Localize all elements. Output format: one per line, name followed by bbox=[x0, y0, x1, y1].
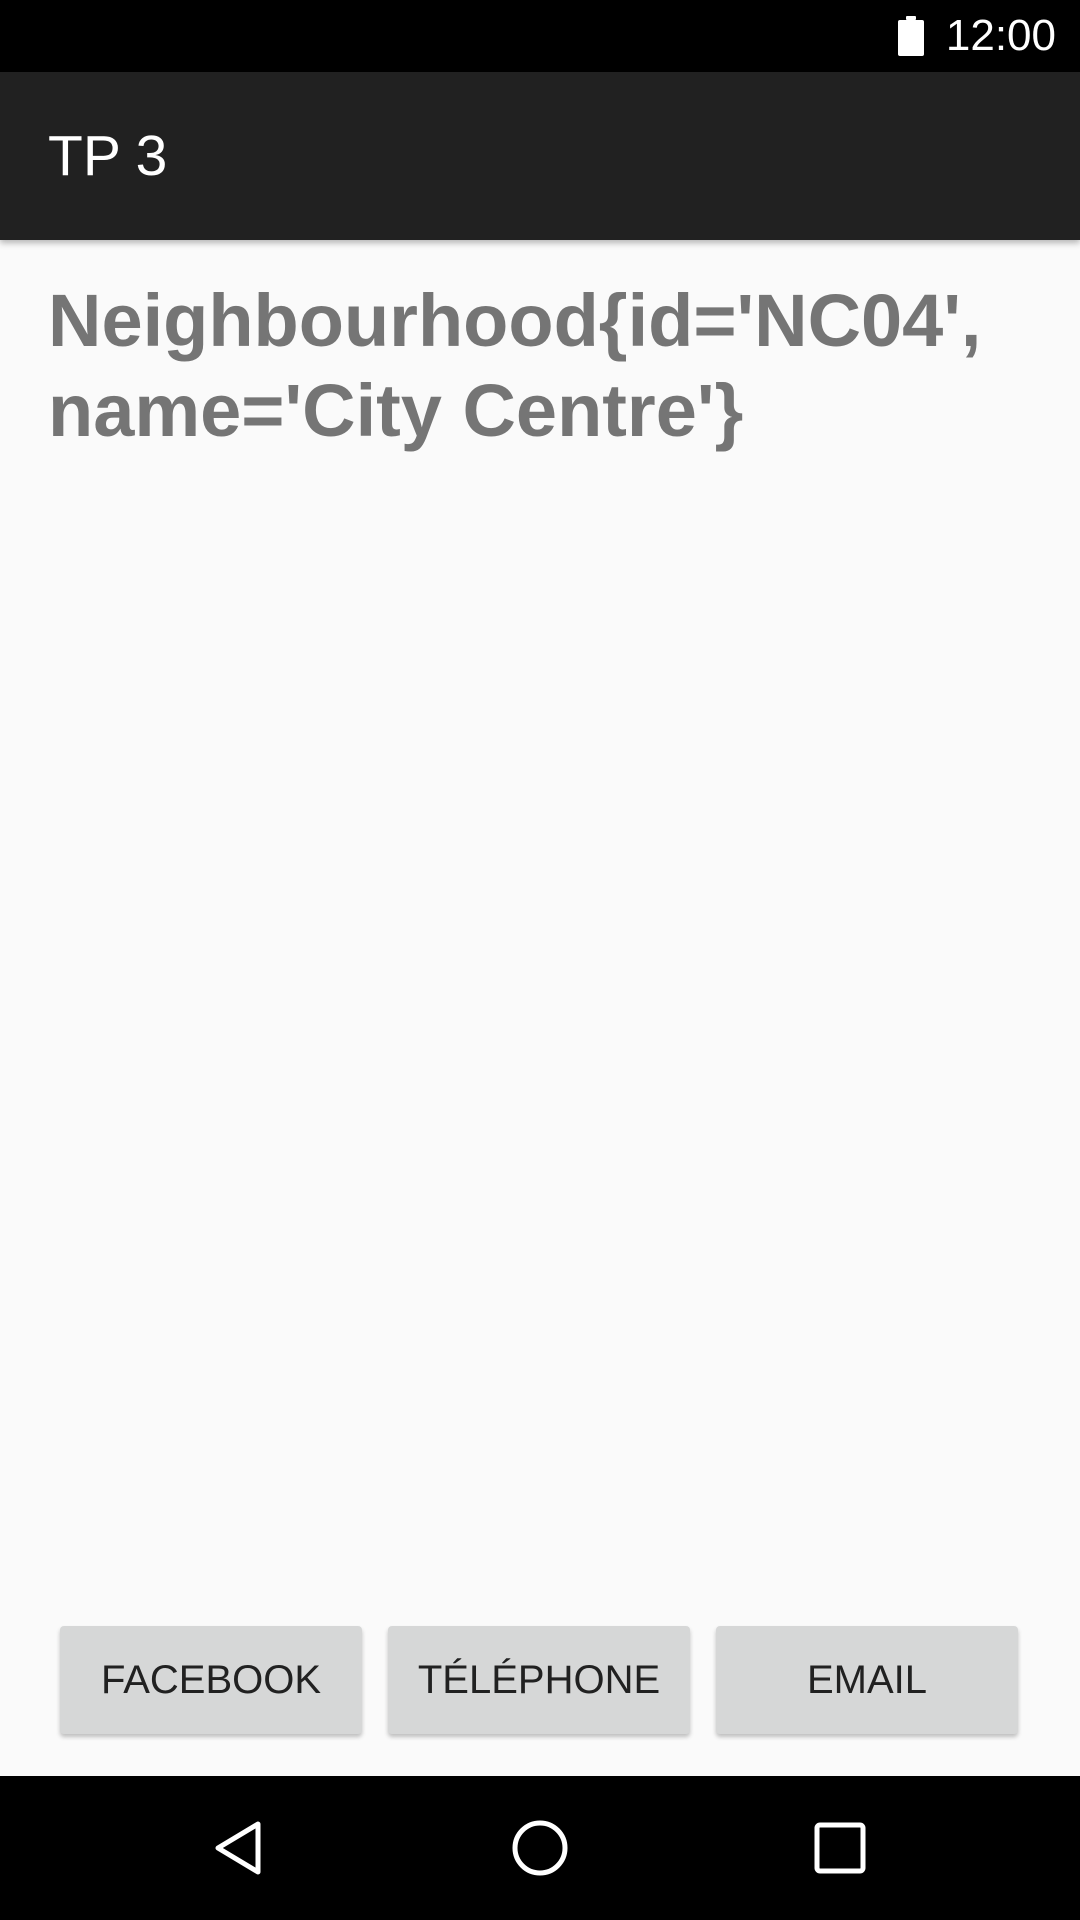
status-icons: 12:00 bbox=[897, 0, 1056, 72]
app-bar: TP 3 bbox=[0, 72, 1080, 240]
content-area: Neighbourhood{id='NC04', name='City Cent… bbox=[0, 240, 1080, 1776]
status-bar: 12:00 bbox=[0, 0, 1080, 72]
recent-apps-icon[interactable] bbox=[804, 1812, 876, 1884]
back-icon[interactable] bbox=[204, 1812, 276, 1884]
app-title: TP 3 bbox=[48, 124, 168, 188]
home-icon[interactable] bbox=[504, 1812, 576, 1884]
battery-icon bbox=[897, 16, 924, 56]
neighbourhood-detail-text: Neighbourhood{id='NC04', name='City Cent… bbox=[48, 279, 982, 452]
clock: 12:00 bbox=[945, 11, 1056, 60]
email-button[interactable]: EMAIL bbox=[716, 1626, 1018, 1734]
navigation-bar bbox=[0, 1776, 1080, 1920]
facebook-button[interactable]: FACEBOOK bbox=[60, 1626, 362, 1734]
action-button-row: FACEBOOK TÉLÉPHONE EMAIL bbox=[60, 1626, 1020, 1734]
telephone-button[interactable]: TÉLÉPHONE bbox=[388, 1626, 690, 1734]
